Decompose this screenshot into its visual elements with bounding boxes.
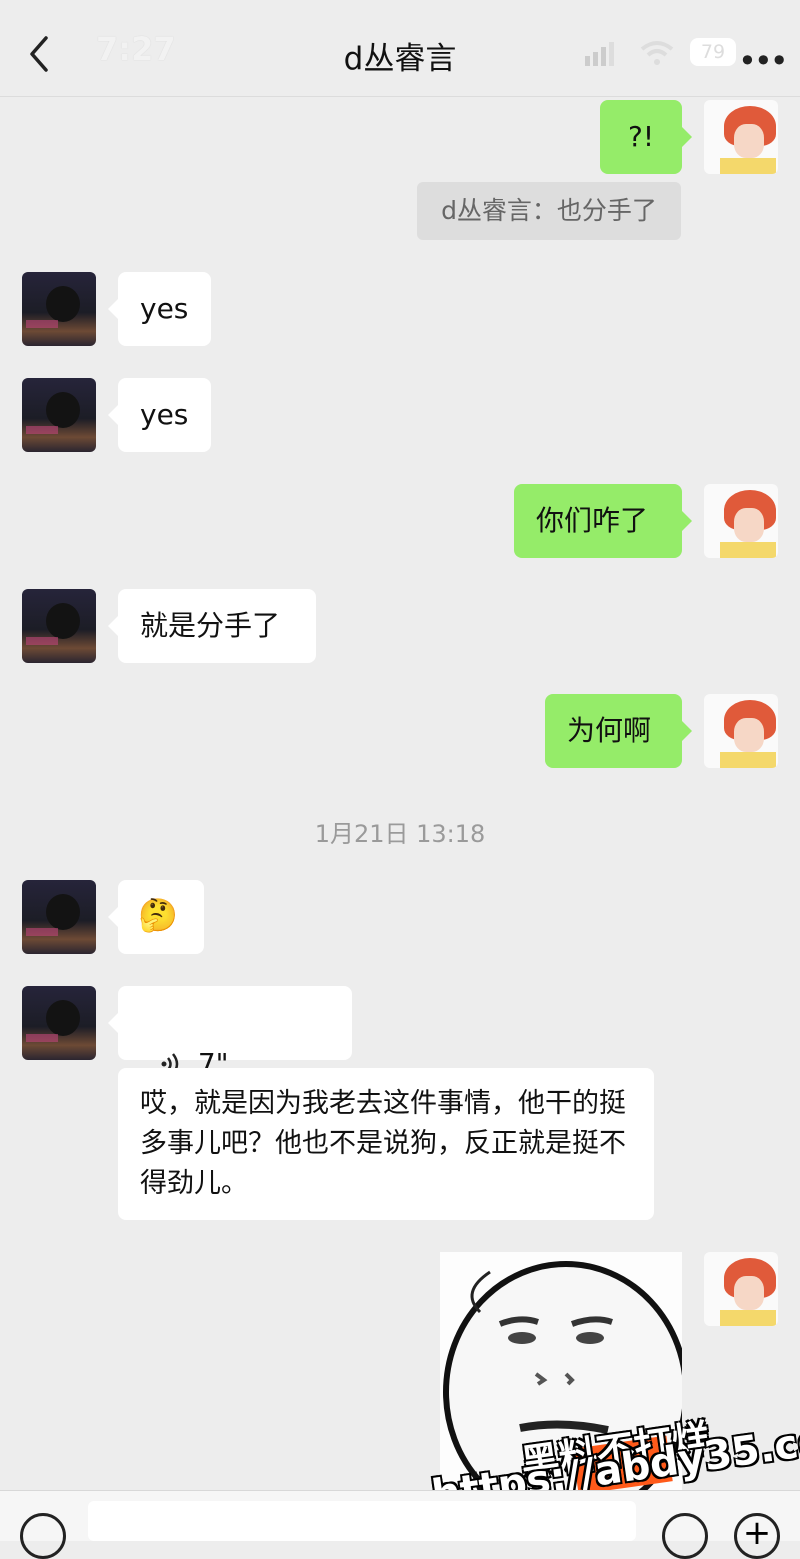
plus-icon[interactable]: + bbox=[734, 1513, 780, 1559]
more-icon[interactable]: ••• bbox=[738, 42, 789, 80]
avatar-contact[interactable] bbox=[22, 272, 96, 346]
wifi-icon bbox=[640, 41, 674, 65]
message-bubble-incoming[interactable]: 🤔 bbox=[108, 880, 204, 954]
avatar-self[interactable] bbox=[704, 1252, 778, 1326]
navigation-bar: 7:27 d丛睿言 79 ••• bbox=[0, 0, 800, 97]
avatar-self[interactable] bbox=[704, 100, 778, 174]
emoji-icon[interactable] bbox=[662, 1513, 708, 1559]
quoted-message[interactable]: d丛睿言：也分手了 bbox=[417, 182, 681, 240]
message-bubble-outgoing[interactable]: ?! bbox=[600, 100, 692, 174]
voice-transcript[interactable]: 哎，就是因为我老去这件事情，他干的挺多事儿吧？他也不是说狗，反正就是挺不得劲儿。 bbox=[118, 1068, 654, 1220]
avatar-contact[interactable] bbox=[22, 378, 96, 452]
message-bubble-incoming[interactable]: yes bbox=[108, 272, 211, 346]
avatar-contact[interactable] bbox=[22, 986, 96, 1060]
chat-title: d丛睿言 bbox=[343, 41, 457, 77]
message-bubble-incoming[interactable]: yes bbox=[108, 378, 211, 452]
avatar-self[interactable] bbox=[704, 484, 778, 558]
message-input[interactable] bbox=[88, 1501, 636, 1541]
message-bubble-outgoing[interactable]: 你们咋了 bbox=[514, 484, 692, 558]
input-bar: + bbox=[0, 1490, 800, 1559]
avatar-contact[interactable] bbox=[22, 589, 96, 663]
voice-input-icon[interactable] bbox=[20, 1513, 66, 1559]
message-bubble-outgoing[interactable]: 为何啊 bbox=[545, 694, 692, 768]
avatar-self[interactable] bbox=[704, 694, 778, 768]
timestamp: 1月21日 13:18 bbox=[314, 820, 486, 848]
voice-message-bubble[interactable]: 7" bbox=[108, 986, 352, 1080]
signal-icon bbox=[585, 42, 614, 66]
avatar-contact[interactable] bbox=[22, 880, 96, 954]
battery-indicator: 79 bbox=[690, 38, 736, 66]
message-bubble-incoming[interactable]: 就是分手了 bbox=[108, 589, 316, 663]
